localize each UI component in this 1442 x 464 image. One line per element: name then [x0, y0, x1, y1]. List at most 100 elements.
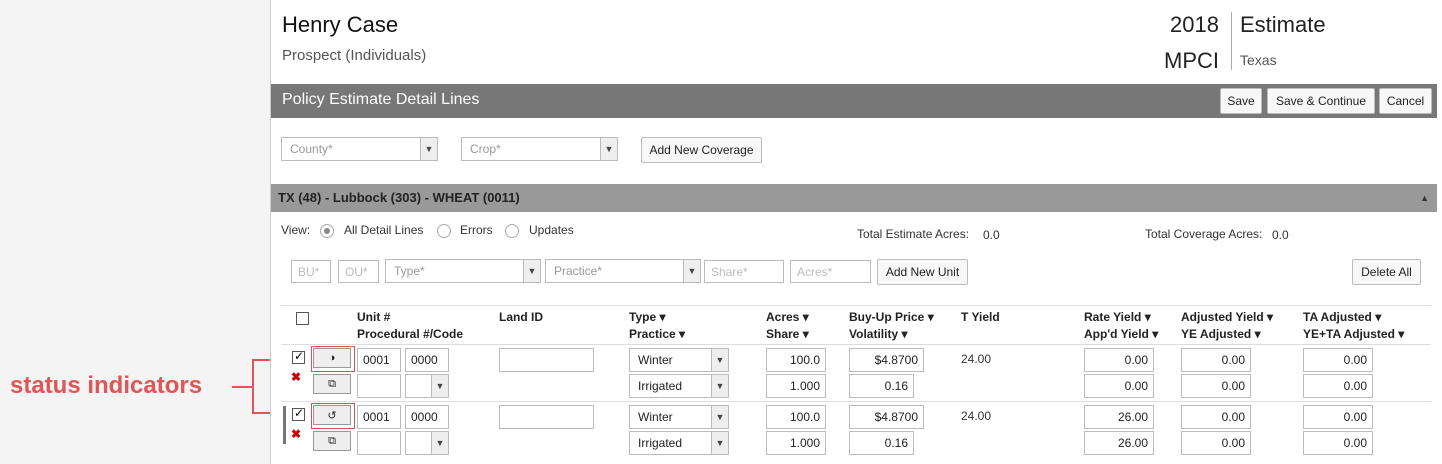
col-ta-adjusted[interactable]: TA Adjusted ▾: [1303, 310, 1381, 324]
col-ta-adjusted-label: TA Adjusted: [1303, 310, 1372, 324]
program-label: MPCI: [1164, 48, 1219, 73]
acres-field[interactable]: 100.0: [766, 405, 826, 429]
add-new-coverage-button[interactable]: Add New Coverage: [641, 137, 762, 163]
delete-row-icon[interactable]: ✖: [291, 427, 301, 441]
practice-row-select[interactable]: Irrigated ▼: [629, 431, 729, 455]
procedural-field[interactable]: 0000: [405, 405, 449, 429]
row-checkbox[interactable]: [292, 406, 305, 421]
adjusted-yield-field[interactable]: 0.00: [1181, 405, 1251, 429]
col-yeta-adjusted-label: YE+TA Adjusted: [1303, 327, 1395, 341]
adjusted-yield-field[interactable]: 0.00: [1181, 348, 1251, 372]
yeta-adjusted-field[interactable]: 0.00: [1303, 431, 1373, 455]
col-yeta-adjusted[interactable]: YE+TA Adjusted ▾: [1303, 327, 1404, 341]
chevron-down-icon: ▼: [420, 138, 437, 160]
col-share[interactable]: Share ▾: [766, 327, 809, 341]
acres-field[interactable]: 100.0: [766, 348, 826, 372]
appd-yield-field[interactable]: 26.00: [1084, 431, 1154, 455]
add-new-unit-button[interactable]: Add New Unit: [877, 259, 968, 285]
code-select[interactable]: ▼: [405, 374, 449, 398]
practice-row-select[interactable]: Irrigated ▼: [629, 374, 729, 398]
col-type-label: Type: [629, 310, 657, 324]
practice-select[interactable]: Practice* ▼: [545, 259, 701, 283]
sort-icon: ▾: [1375, 310, 1382, 324]
copy-icon: ⧉: [328, 377, 336, 390]
save-continue-button[interactable]: Save & Continue: [1267, 88, 1375, 114]
chevron-down-icon: ▼: [431, 375, 448, 397]
sort-icon: ▾: [1152, 327, 1159, 341]
col-volatility[interactable]: Volatility ▾: [849, 327, 908, 341]
collapse-icon[interactable]: ▲: [1420, 193, 1429, 203]
yeta-adjusted-field[interactable]: 0.00: [1303, 374, 1373, 398]
sort-icon: ▾: [927, 310, 934, 324]
delete-all-button[interactable]: Delete All: [1352, 259, 1421, 285]
delete-row-icon[interactable]: ✖: [291, 370, 301, 384]
county-placeholder: County*: [290, 142, 333, 156]
ou-input[interactable]: OU*: [338, 260, 379, 283]
col-type[interactable]: Type ▾: [629, 310, 666, 324]
col-acres[interactable]: Acres ▾: [766, 310, 809, 324]
unit-extra-field[interactable]: [357, 431, 401, 455]
sort-icon: ▾: [802, 310, 809, 324]
share-field[interactable]: 1.000: [766, 431, 826, 455]
type-row-select[interactable]: Winter ▼: [629, 348, 729, 372]
buyup-field[interactable]: $4.8700: [849, 348, 924, 372]
volatility-field[interactable]: 0.16: [849, 431, 914, 455]
appd-yield-field[interactable]: 0.00: [1084, 374, 1154, 398]
col-rate-yield[interactable]: Rate Yield ▾: [1084, 310, 1151, 324]
col-procedural: Procedural #/Code: [357, 327, 464, 341]
col-practice[interactable]: Practice ▾: [629, 327, 685, 341]
chevron-down-icon: ▼: [683, 260, 700, 282]
coverage-title: TX (48) - Lubbock (303) - WHEAT (0011): [278, 190, 520, 205]
land-id-field[interactable]: [499, 405, 594, 429]
cancel-button[interactable]: Cancel: [1379, 88, 1432, 114]
view-option-errors: Errors: [460, 223, 493, 237]
bu-input[interactable]: BU*: [291, 260, 331, 283]
col-acres-label: Acres: [766, 310, 800, 324]
ta-adjusted-field[interactable]: 0.00: [1303, 348, 1373, 372]
buyup-field[interactable]: $4.8700: [849, 405, 924, 429]
rate-yield-field[interactable]: 0.00: [1084, 348, 1154, 372]
col-adjusted-yield[interactable]: Adjusted Yield ▾: [1181, 310, 1273, 324]
type-value: Winter: [638, 353, 673, 367]
status-highlight: [311, 403, 355, 429]
acres-input[interactable]: Acres*: [790, 260, 871, 283]
crop-select[interactable]: Crop* ▼: [461, 137, 618, 161]
col-ye-adjusted[interactable]: YE Adjusted ▾: [1181, 327, 1261, 341]
radio-all-detail-lines[interactable]: [320, 224, 334, 238]
share-field[interactable]: 1.000: [766, 374, 826, 398]
col-share-label: Share: [766, 327, 800, 341]
coverage-header[interactable]: TX (48) - Lubbock (303) - WHEAT (0011) ▲: [271, 184, 1437, 212]
volatility-field[interactable]: 0.16: [849, 374, 914, 398]
unit-extra-field[interactable]: [357, 374, 401, 398]
copy-row-button[interactable]: ⧉: [313, 431, 351, 451]
radio-updates[interactable]: [505, 224, 519, 238]
row-divider: [281, 401, 1431, 402]
county-select[interactable]: County* ▼: [281, 137, 438, 161]
land-id-field[interactable]: [499, 348, 594, 372]
chevron-down-icon: ▼: [523, 260, 540, 282]
procedural-field[interactable]: 0000: [405, 348, 449, 372]
rate-yield-field[interactable]: 26.00: [1084, 405, 1154, 429]
col-buyup[interactable]: Buy-Up Price ▾: [849, 310, 934, 324]
unit-field[interactable]: 0001: [357, 348, 401, 372]
code-select[interactable]: ▼: [405, 431, 449, 455]
ta-adjusted-field[interactable]: 0.00: [1303, 405, 1373, 429]
row-checkbox[interactable]: [292, 349, 305, 364]
total-estimate-value: 0.0: [983, 228, 1000, 242]
ye-adjusted-field[interactable]: 0.00: [1181, 431, 1251, 455]
ye-adjusted-field[interactable]: 0.00: [1181, 374, 1251, 398]
total-coverage-label: Total Coverage Acres:: [1145, 227, 1263, 241]
type-select[interactable]: Type* ▼: [385, 259, 541, 283]
share-input[interactable]: Share*: [704, 260, 784, 283]
unit-field[interactable]: 0001: [357, 405, 401, 429]
type-row-select[interactable]: Winter ▼: [629, 405, 729, 429]
col-appd-yield[interactable]: App'd Yield ▾: [1084, 327, 1158, 341]
radio-errors[interactable]: [437, 224, 451, 238]
type-value: Winter: [638, 410, 673, 424]
practice-value: Irrigated: [638, 379, 683, 393]
select-all-checkbox[interactable]: [296, 312, 309, 325]
total-estimate-label: Total Estimate Acres:: [857, 227, 970, 241]
save-button[interactable]: Save: [1220, 88, 1262, 114]
copy-row-button[interactable]: ⧉: [313, 374, 351, 394]
header-divider: [1231, 12, 1232, 70]
